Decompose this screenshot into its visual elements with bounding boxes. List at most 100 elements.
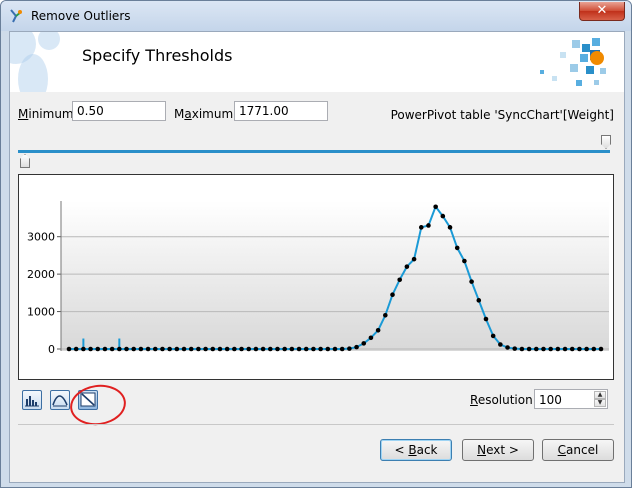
window: Remove Outliers ✕ Specify Thresholds Min… — [0, 0, 632, 488]
data-point — [375, 327, 381, 333]
close-button[interactable]: ✕ — [579, 2, 625, 21]
data-point — [260, 346, 266, 352]
data-point — [145, 346, 151, 352]
data-point — [232, 346, 237, 352]
data-point — [296, 346, 302, 352]
data-point — [102, 346, 108, 352]
data-point — [246, 346, 252, 352]
data-point — [303, 346, 309, 352]
data-point — [598, 346, 604, 352]
data-point — [397, 277, 403, 283]
plot-area — [61, 201, 609, 351]
resolution-spinner[interactable]: 100 ▲ ▼ — [534, 389, 608, 409]
distribution-view-button[interactable] — [78, 390, 98, 410]
data-point — [383, 313, 388, 318]
minimum-slider-thumb[interactable] — [20, 154, 30, 168]
data-point — [390, 292, 395, 298]
close-icon: ✕ — [596, 3, 608, 18]
data-point — [562, 346, 568, 352]
spin-down-button[interactable]: ▼ — [594, 399, 606, 407]
data-point — [203, 346, 208, 352]
distribution-chart: 0 1000 2000 3000 — [18, 174, 614, 380]
data-point — [591, 346, 597, 352]
data-point — [462, 258, 467, 264]
data-point — [267, 346, 273, 352]
data-point — [577, 346, 582, 352]
data-point — [253, 346, 259, 352]
data-point — [498, 342, 503, 347]
distribution-icon — [80, 392, 96, 407]
data-point — [548, 346, 553, 352]
page-title: Specify Thresholds — [82, 46, 233, 65]
data-point — [483, 316, 489, 322]
data-point — [541, 346, 546, 352]
data-point — [411, 256, 417, 262]
data-point — [196, 346, 201, 352]
data-point — [152, 346, 158, 352]
annotation-circle — [67, 381, 129, 429]
threshold-slider-track[interactable] — [18, 150, 610, 153]
data-point — [239, 346, 244, 352]
maximum-input[interactable] — [234, 101, 328, 121]
resolution-label: Resolution: — [470, 393, 537, 407]
decor-bubble — [18, 54, 48, 92]
data-point — [433, 204, 438, 210]
data-point — [131, 346, 137, 352]
data-point — [569, 346, 575, 352]
data-point — [109, 346, 115, 352]
data-point — [368, 335, 374, 341]
y-tick-label: 3000 — [27, 231, 55, 244]
data-point — [490, 333, 496, 339]
data-point — [181, 346, 187, 352]
spin-up-button[interactable]: ▲ — [594, 391, 606, 399]
histogram-icon — [25, 396, 39, 407]
data-point — [311, 346, 316, 352]
data-point — [454, 245, 460, 251]
y-tick-label: 0 — [48, 343, 55, 356]
data-point — [282, 346, 287, 352]
data-point — [505, 345, 510, 350]
data-point — [124, 346, 129, 352]
data-point — [404, 264, 410, 269]
data-point — [138, 346, 144, 352]
maximum-slider-thumb[interactable] — [601, 135, 611, 149]
data-point — [361, 341, 367, 346]
header-banner: Specify Thresholds — [10, 32, 624, 92]
minimum-input[interactable] — [72, 101, 166, 121]
resolution-value[interactable]: 100 — [539, 393, 562, 407]
chart-svg: 0 1000 2000 3000 — [27, 201, 609, 356]
data-point — [339, 346, 345, 352]
data-point — [476, 298, 482, 303]
data-point — [347, 346, 352, 351]
data-point — [555, 346, 561, 352]
data-point — [95, 346, 101, 352]
data-point — [469, 279, 474, 284]
data-point — [512, 346, 518, 351]
data-point — [81, 346, 86, 352]
data-point — [440, 213, 446, 219]
data-point — [526, 346, 532, 352]
title-bar[interactable]: Remove Outliers ✕ — [1, 1, 631, 31]
maximum-label: Maximum: — [174, 107, 238, 121]
data-point — [224, 346, 230, 352]
wizard-panel: Specify Thresholds Minimum: Maximum: — [9, 31, 625, 483]
data-point — [160, 346, 165, 352]
histogram-view-button[interactable] — [22, 390, 42, 410]
back-button[interactable]: < Back — [380, 439, 452, 461]
data-point — [188, 346, 194, 352]
curve-view-button[interactable] — [50, 390, 70, 410]
data-point — [210, 346, 216, 352]
chevron-down-icon: ▼ — [597, 399, 603, 406]
data-point — [418, 225, 424, 230]
y-tick-label: 2000 — [27, 268, 55, 281]
app-icon — [10, 9, 22, 23]
curve-icon — [52, 395, 68, 407]
data-point — [73, 346, 79, 352]
data-point — [167, 346, 172, 352]
data-point — [325, 346, 331, 352]
cancel-button[interactable]: Cancel — [542, 439, 614, 461]
next-button[interactable]: Next > — [462, 439, 534, 461]
data-point — [88, 346, 93, 352]
data-point — [117, 346, 122, 352]
y-tick-label: 1000 — [27, 306, 55, 319]
